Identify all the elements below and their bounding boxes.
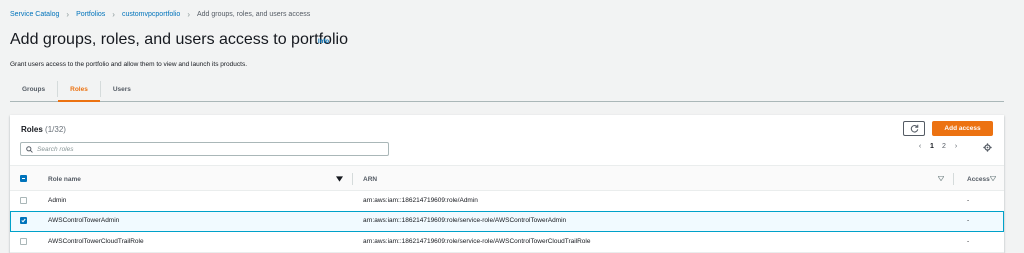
role-arn: arn:aws:iam::186214719609:role/service-r… [363,217,567,224]
page-description: Grant users access to the portfolio and … [10,61,248,68]
page-1-button[interactable]: 1 [926,143,938,150]
role-access: - [967,217,970,224]
table-header: Role name ARN Access [10,165,1004,191]
tab-bar: Groups Roles Users [10,77,1004,102]
sort-descending-icon[interactable] [336,176,343,182]
role-name: Admin [48,197,67,204]
chevron-right-icon[interactable]: › [950,143,962,150]
column-header-arn[interactable]: ARN [363,166,377,192]
role-arn: arn:aws:iam::186214719609:role/service-r… [363,238,591,245]
roles-panel: Roles (1/32) Add access ‹ 1 2 › R [10,115,1004,253]
panel-title: Roles (1/32) [21,125,66,134]
row-checkbox[interactable] [20,217,27,224]
breadcrumb-service-catalog[interactable]: Service Catalog [10,11,59,18]
info-link[interactable]: Info [318,39,329,45]
gear-icon[interactable] [983,143,992,152]
chevron-right-icon: › [112,10,115,19]
add-access-button[interactable]: Add access [932,121,993,136]
pagination: ‹ 1 2 › [914,143,962,150]
chevron-right-icon: › [66,10,70,19]
chevron-right-icon: › [187,10,190,19]
role-name: AWSControlTowerCloudTrailRole [48,238,144,245]
breadcrumb-portfolio-name[interactable]: customvpcportfolio [122,11,180,18]
breadcrumb-current: Add groups, roles, and users access [196,11,311,18]
page-title: Add groups, roles, and users access to p… [10,31,348,48]
select-all-checkbox[interactable] [20,175,27,182]
column-divider [352,173,353,185]
refresh-button[interactable] [903,121,925,136]
search-box [20,142,389,156]
selection-count: (1/32) [45,125,66,134]
search-input[interactable] [37,145,377,153]
tab-roles[interactable]: Roles [58,77,100,102]
panel-title-label: Roles [21,125,43,134]
row-checkbox[interactable] [20,238,27,245]
role-access: - [967,197,970,204]
tab-users[interactable]: Users [101,77,143,101]
tab-groups[interactable]: Groups [10,77,57,101]
column-header-role-name[interactable]: Role name [48,166,81,192]
row-checkbox[interactable] [20,197,27,204]
table-row[interactable]: Admin arn:aws:iam::186214719609:role/Adm… [10,191,1004,212]
checkmark-icon [21,218,26,223]
role-arn: arn:aws:iam::186214719609:role/Admin [363,197,478,204]
search-icon [26,145,33,153]
role-name: AWSControlTowerAdmin [48,217,120,224]
page-2-button[interactable]: 2 [938,143,950,150]
column-divider [953,173,954,185]
sort-icon[interactable] [990,176,996,181]
table-row[interactable]: AWSControlTowerCloudTrailRole arn:aws:ia… [10,232,1004,253]
refresh-icon [910,124,918,133]
role-access: - [967,238,970,245]
table-row[interactable]: AWSControlTowerAdmin arn:aws:iam::186214… [10,211,1004,232]
chevron-left-icon[interactable]: ‹ [914,143,926,150]
sort-icon[interactable] [938,176,944,181]
column-header-access[interactable]: Access [967,166,990,192]
breadcrumb-portfolios[interactable]: Portfolios [76,11,105,18]
breadcrumb: Service Catalog › Portfolios › customvpc… [10,10,310,19]
